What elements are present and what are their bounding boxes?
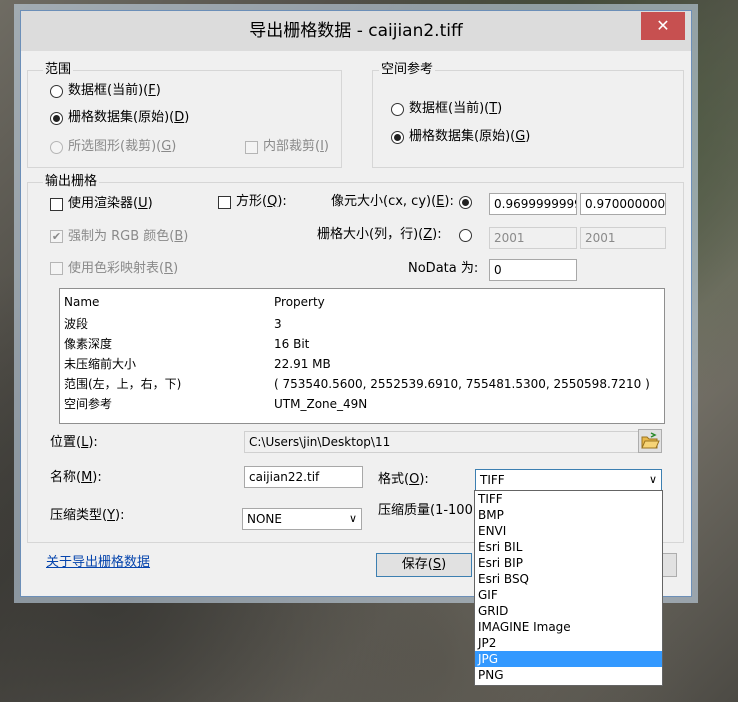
chevron-down-icon: ∨ xyxy=(348,512,357,525)
clip-inside-label[interactable]: 内部裁剪(I) xyxy=(263,139,329,155)
location-input[interactable]: C:\Users\jin\Desktop\11 xyxy=(244,431,648,453)
location-label: 位置(L): xyxy=(50,435,98,450)
square-checkbox[interactable] xyxy=(218,196,231,209)
format-option-tiff[interactable]: TIFF xyxy=(475,491,662,507)
save-button[interactable]: 保存(S) xyxy=(376,553,472,577)
force-rgb-label[interactable]: 强制为 RGB 颜色(B) xyxy=(68,229,188,245)
spatial-ref-group xyxy=(372,70,684,168)
about-export-link[interactable]: 关于导出栅格数据 xyxy=(46,555,150,571)
format-option-bmp[interactable]: BMP xyxy=(475,507,662,523)
name-label: 名称(M): xyxy=(50,470,102,485)
colormap-checkbox[interactable] xyxy=(50,262,63,275)
compression-label: 压缩类型(Y): xyxy=(50,508,125,523)
extent-frame-radio[interactable] xyxy=(50,85,63,98)
extent-frame-label[interactable]: 数据框(当前)(F) xyxy=(68,83,161,99)
title-bar: 导出栅格数据 - caijian2.tiff xyxy=(21,11,691,51)
colormap-label[interactable]: 使用色彩映射表(R) xyxy=(68,261,178,277)
force-rgb-checkbox[interactable]: ✔ xyxy=(50,230,63,243)
extent-dataset-label[interactable]: 栅格数据集(原始)(D) xyxy=(68,110,189,126)
name-input[interactable]: caijian22.tif xyxy=(244,466,363,488)
use-renderer-checkbox[interactable] xyxy=(50,198,63,211)
square-label[interactable]: 方形(Q): xyxy=(236,194,287,210)
spatial-ref-dataset-radio[interactable] xyxy=(391,131,404,144)
extent-dataset-radio[interactable] xyxy=(50,112,63,125)
raster-size-label: 栅格大小(列，行)(Z): xyxy=(317,227,442,242)
format-dropdown-list[interactable]: TIFF BMP ENVI Esri BIL Esri BIP Esri BSQ… xyxy=(474,490,663,686)
chevron-down-icon: ∨ xyxy=(648,473,657,486)
format-option-jp2[interactable]: JP2 xyxy=(475,635,662,651)
format-option-jpg[interactable]: JPG xyxy=(475,651,662,667)
use-renderer-label[interactable]: 使用渲染器(U) xyxy=(68,196,153,212)
window-title: 导出栅格数据 - caijian2.tiff xyxy=(249,21,463,41)
format-selected-value: TIFF xyxy=(480,473,505,487)
properties-list[interactable]: Name Property 波段 3 像素深度 16 Bit 未压缩前大小 22… xyxy=(59,288,665,424)
output-raster-group-title: 输出栅格 xyxy=(43,174,100,190)
format-option-esri-bip[interactable]: Esri BIP xyxy=(475,555,662,571)
format-option-png[interactable]: PNG xyxy=(475,667,662,683)
spatial-ref-dataset-label[interactable]: 栅格数据集(原始)(G) xyxy=(409,129,530,145)
format-option-gif[interactable]: GIF xyxy=(475,587,662,603)
cell-size-x-input[interactable]: 0.9699999999 xyxy=(489,193,577,215)
folder-open-icon xyxy=(641,432,660,449)
format-select[interactable]: TIFF ∨ xyxy=(475,469,662,491)
format-option-esri-bil[interactable]: Esri BIL xyxy=(475,539,662,555)
cell-size-radio[interactable] xyxy=(459,196,472,209)
nodata-label: NoData 为: xyxy=(408,261,479,276)
header-property[interactable]: Property xyxy=(274,292,325,312)
cell-size-y-input[interactable]: 0.970000000000 xyxy=(580,193,666,215)
extent-group-title: 范围 xyxy=(43,62,74,78)
extent-selected-radio[interactable] xyxy=(50,141,63,154)
format-option-envi[interactable]: ENVI xyxy=(475,523,662,539)
compression-quality-label: 压缩质量(1-100 xyxy=(378,503,473,518)
close-icon: ✕ xyxy=(656,16,670,35)
spatial-ref-frame-label[interactable]: 数据框(当前)(T) xyxy=(409,101,502,117)
format-option-grid[interactable]: GRID xyxy=(475,603,662,619)
cell-size-label: 像元大小(cx, cy)(E): xyxy=(331,194,454,209)
close-button[interactable]: ✕ xyxy=(641,12,685,40)
compression-select[interactable]: NONE ∨ xyxy=(242,508,362,530)
raster-size-radio[interactable] xyxy=(459,229,472,242)
clip-inside-checkbox[interactable] xyxy=(245,141,258,154)
nodata-input[interactable]: 0 xyxy=(489,259,577,281)
compression-selected-value: NONE xyxy=(247,512,282,526)
format-option-imagine[interactable]: IMAGINE Image xyxy=(475,619,662,635)
spatial-ref-frame-radio[interactable] xyxy=(391,103,404,116)
extent-selected-label[interactable]: 所选图形(裁剪)(G) xyxy=(68,139,176,155)
format-label: 格式(O): xyxy=(378,472,429,487)
header-name[interactable]: Name xyxy=(64,292,99,312)
spatial-ref-group-title: 空间参考 xyxy=(379,62,436,78)
raster-rows-input[interactable]: 2001 xyxy=(580,227,666,249)
browse-folder-button[interactable] xyxy=(638,429,662,453)
raster-cols-input[interactable]: 2001 xyxy=(489,227,577,249)
format-option-esri-bsq[interactable]: Esri BSQ xyxy=(475,571,662,587)
